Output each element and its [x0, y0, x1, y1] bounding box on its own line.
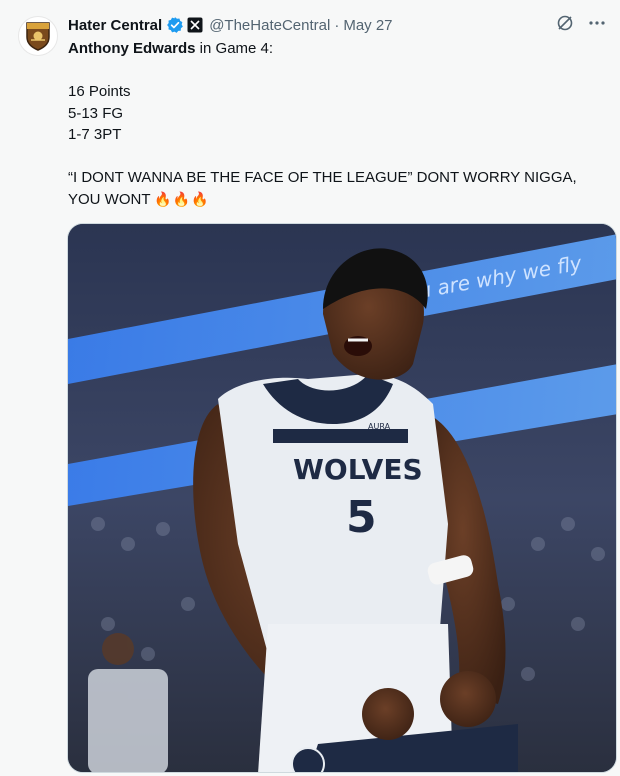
tweet-date[interactable]: May 27 — [343, 17, 392, 34]
quote-line-2: YOU WONT 🔥🔥🔥 — [68, 189, 608, 211]
tweet-header: Hater Central @TheHateCentral · May 27 — [68, 14, 610, 36]
quote-line-1: “I DONT WANNA BE THE FACE OF THE LEAGUE”… — [68, 169, 577, 186]
player-name-link[interactable]: Anthony Edwards — [68, 40, 196, 57]
tweet-photo[interactable]: You are why we fly WOLVES 5 AURA — [67, 223, 617, 773]
header-actions — [556, 14, 606, 32]
x-affiliate-icon[interactable] — [187, 17, 203, 33]
tweet-text: Anthony Edwards in Game 4: 16 Points 5-1… — [68, 38, 608, 210]
stat-points: 16 Points — [68, 83, 131, 100]
user-handle[interactable]: @TheHateCentral — [209, 17, 330, 34]
verified-badge-icon — [166, 16, 184, 34]
game-label: in Game 4: — [195, 40, 274, 57]
text-line-1: Anthony Edwards in Game 4: — [68, 38, 608, 60]
stat-fg: 5-13 FG — [68, 104, 124, 122]
photo-illustration: You are why we fly WOLVES 5 AURA — [68, 224, 616, 772]
jersey-sponsor: AURA — [368, 422, 391, 431]
avatar[interactable] — [18, 16, 58, 56]
jersey-number: 5 — [346, 492, 377, 543]
grok-icon[interactable] — [556, 14, 574, 32]
tweet: Hater Central @TheHateCentral · May 27 A… — [0, 0, 620, 776]
stat-3pt: 1-7 3PT — [68, 126, 122, 143]
more-options-icon[interactable] — [588, 14, 606, 32]
display-name[interactable]: Hater Central — [68, 17, 162, 34]
fire-emoji-icon: 🔥🔥🔥 — [154, 190, 210, 207]
quote-line-2-text: YOU WONT — [68, 190, 151, 208]
separator-dot: · — [334, 16, 340, 34]
jersey-team: WOLVES — [293, 453, 423, 486]
shield-logo-icon — [26, 22, 50, 51]
